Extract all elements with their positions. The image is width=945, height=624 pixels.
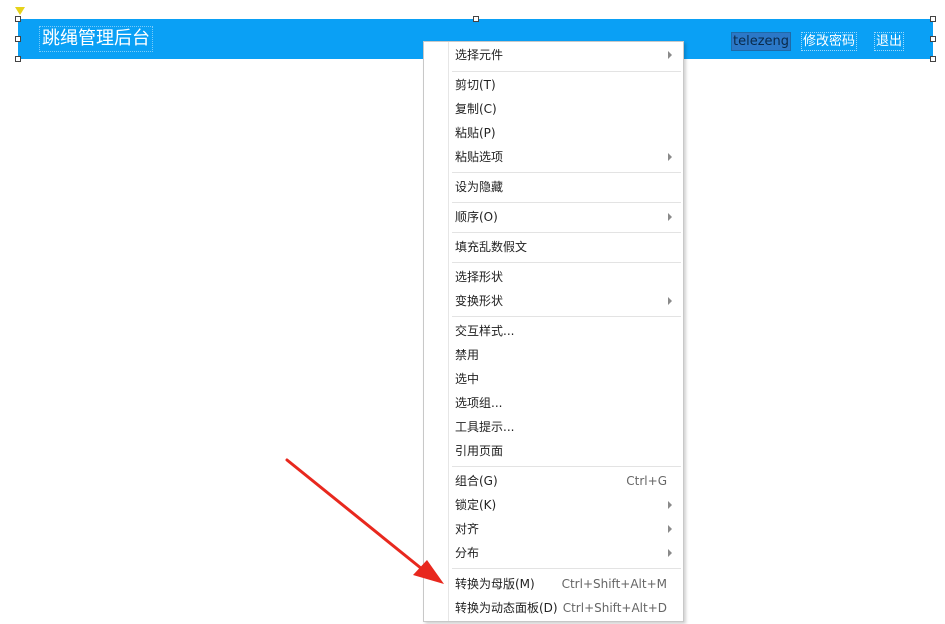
submenu-arrow-icon [668, 213, 672, 221]
menu-item-label: 设为隐藏 [455, 180, 504, 194]
menu-item-select-shape[interactable]: 选择形状 [424, 266, 683, 288]
user-link[interactable]: telezeng [730, 32, 792, 51]
menu-item-reference-page[interactable]: 引用页面 [424, 440, 683, 462]
menu-item-lock[interactable]: 锁定(K) [424, 494, 683, 516]
submenu-arrow-icon [668, 525, 672, 533]
menu-divider [452, 568, 681, 569]
menu-item-label: 交互样式... [455, 324, 515, 338]
menu-item-label: 选项组... [455, 396, 503, 410]
menu-item-convert-to-dynamic-panel[interactable]: 转换为动态面板(D) Ctrl+Shift+Alt+D [424, 597, 683, 619]
menu-item-label: 组合(G) [455, 474, 498, 488]
menu-item-label: 引用页面 [455, 444, 504, 458]
menu-item-tooltip[interactable]: 工具提示... [424, 416, 683, 438]
menu-item-disable[interactable]: 禁用 [424, 344, 683, 366]
menu-item-transform-shape[interactable]: 变换形状 [424, 290, 683, 312]
submenu-arrow-icon [668, 51, 672, 59]
resize-handle-bottom-right[interactable] [930, 56, 936, 62]
menu-item-interaction-styles[interactable]: 交互样式... [424, 320, 683, 342]
menu-item-label: 填充乱数假文 [455, 240, 528, 254]
menu-divider [452, 172, 681, 173]
menu-item-label: 锁定(K) [455, 498, 497, 512]
menu-item-label: 粘贴选项 [455, 150, 504, 164]
menu-divider [452, 232, 681, 233]
menu-item-order[interactable]: 顺序(O) [424, 206, 683, 228]
menu-item-label: 粘贴(P) [455, 126, 496, 140]
menu-item-label: 选择形状 [455, 270, 504, 284]
menu-item-label: 分布 [455, 546, 480, 560]
menu-item-label: 剪切(T) [455, 78, 496, 92]
menu-item-label: 变换形状 [455, 294, 504, 308]
menu-item-label: 选中 [455, 372, 480, 386]
menu-item-copy[interactable]: 复制(C) [424, 98, 683, 120]
menu-item-option-group[interactable]: 选项组... [424, 392, 683, 414]
rotation-handle-icon[interactable] [15, 7, 25, 15]
menu-item-shortcut: Ctrl+Shift+Alt+D [562, 601, 667, 615]
editor-canvas: 跳绳管理后台 telezeng 修改密码 退出 选择元件 剪切(T) 复制(C)… [0, 0, 945, 624]
menu-item-selected[interactable]: 选中 [424, 368, 683, 390]
menu-item-label: 对齐 [455, 522, 480, 536]
menu-item-label: 转换为动态面板(D) [455, 601, 558, 615]
menu-divider [452, 71, 681, 72]
menu-divider [452, 202, 681, 203]
menu-item-cut[interactable]: 剪切(T) [424, 74, 683, 96]
submenu-arrow-icon [668, 501, 672, 509]
logout-link[interactable]: 退出 [873, 32, 905, 51]
annotation-arrow-shaft [285, 458, 424, 571]
submenu-arrow-icon [668, 153, 672, 161]
submenu-arrow-icon [668, 297, 672, 305]
menu-item-distribute[interactable]: 分布 [424, 542, 683, 564]
menu-item-paste-options[interactable]: 粘贴选项 [424, 146, 683, 168]
menu-divider [452, 316, 681, 317]
menu-item-select-widget[interactable]: 选择元件 [424, 44, 683, 66]
resize-handle-top[interactable] [473, 16, 479, 22]
menu-item-label: 选择元件 [455, 48, 504, 62]
menu-divider [452, 262, 681, 263]
context-menu: 选择元件 剪切(T) 复制(C) 粘贴(P) 粘贴选项 设为隐藏 顺序(O) 填… [423, 41, 684, 622]
change-password-link[interactable]: 修改密码 [800, 32, 858, 51]
menu-item-label: 禁用 [455, 348, 480, 362]
menu-item-paste[interactable]: 粘贴(P) [424, 122, 683, 144]
resize-handle-top-right[interactable] [930, 16, 936, 22]
submenu-arrow-icon [668, 549, 672, 557]
menu-item-label: 顺序(O) [455, 210, 498, 224]
resize-handle-top-left[interactable] [15, 16, 21, 22]
resize-handle-right[interactable] [930, 36, 936, 42]
page-title: 跳绳管理后台 [39, 26, 153, 52]
menu-item-group[interactable]: 组合(G) Ctrl+G [424, 470, 683, 492]
menu-item-label: 工具提示... [455, 420, 515, 434]
menu-divider [452, 466, 681, 467]
menu-item-fill-lorem[interactable]: 填充乱数假文 [424, 236, 683, 258]
menu-item-label: 复制(C) [455, 102, 497, 116]
resize-handle-bottom-left[interactable] [15, 56, 21, 62]
menu-item-label: 转换为母版(M) [455, 577, 535, 591]
menu-item-shortcut: Ctrl+G [626, 474, 667, 488]
menu-item-align[interactable]: 对齐 [424, 518, 683, 540]
menu-item-shortcut: Ctrl+Shift+Alt+M [561, 577, 667, 591]
menu-item-convert-to-master[interactable]: 转换为母版(M) Ctrl+Shift+Alt+M [424, 573, 683, 595]
resize-handle-left[interactable] [15, 36, 21, 42]
menu-item-set-hidden[interactable]: 设为隐藏 [424, 176, 683, 198]
